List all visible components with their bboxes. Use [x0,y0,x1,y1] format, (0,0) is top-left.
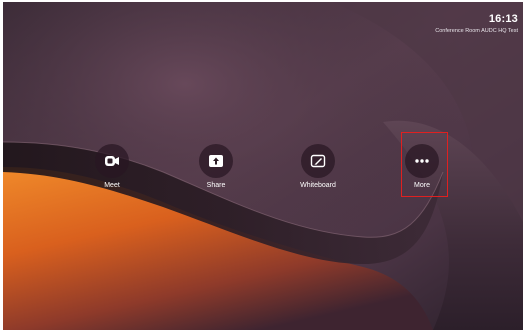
whiteboard-label: Whiteboard [300,182,336,189]
more-highlight-box [401,132,448,197]
meet-icon-circle [95,144,129,178]
whiteboard-pen-icon [310,154,326,168]
whiteboard-button[interactable]: Whiteboard [288,144,348,196]
meet-button[interactable]: Meet [82,144,142,196]
whiteboard-icon-circle [301,144,335,178]
share-label: Share [206,182,226,189]
share-icon-circle [199,144,233,178]
video-camera-icon [105,156,119,166]
room-name: Conference Room AUDC HQ Test [435,28,518,34]
meet-label: Meet [104,182,120,189]
device-home-screen: 16:13 Conference Room AUDC HQ Test Meet … [3,2,523,330]
share-button[interactable]: Share [186,144,246,196]
upload-share-icon [209,155,223,167]
clock: 16:13 [488,13,518,25]
